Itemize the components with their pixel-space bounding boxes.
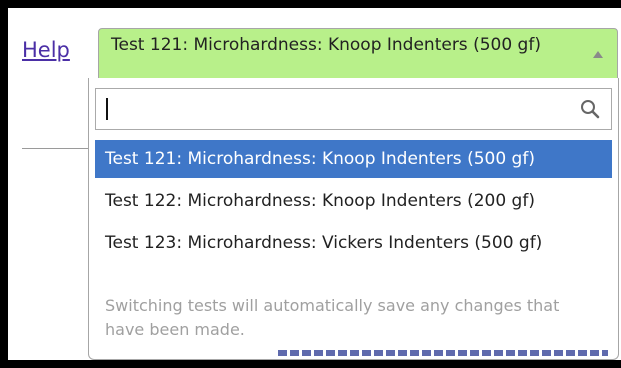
test-select-value: Test 121: Microhardness: Knoop Indenters… <box>111 35 541 55</box>
option-test-123[interactable]: Test 123: Microhardness: Vickers Indente… <box>95 228 612 284</box>
option-label: Test 122: Microhardness: Knoop Indenters… <box>105 191 535 211</box>
search-input[interactable] <box>96 89 566 129</box>
caret-up-icon[interactable] <box>593 51 603 58</box>
option-label: Test 123: Microhardness: Vickers Indente… <box>105 233 543 253</box>
search-icon[interactable] <box>579 98 601 120</box>
test-dropdown: Test 121: Microhardness: Knoop Indenters… <box>88 78 619 360</box>
search-box[interactable] <box>95 88 612 130</box>
help-link[interactable]: Help <box>22 38 70 62</box>
option-test-121[interactable]: Test 121: Microhardness: Knoop Indenters… <box>95 140 612 178</box>
option-test-122[interactable]: Test 122: Microhardness: Knoop Indenters… <box>95 186 612 220</box>
page: Help Test 121: Microhardness: Knoop Inde… <box>8 8 621 360</box>
option-label: Test 121: Microhardness: Knoop Indenters… <box>105 149 535 169</box>
background-text-fragment <box>278 350 608 356</box>
switch-tests-note: Switching tests will automatically save … <box>105 296 560 339</box>
text-cursor <box>106 98 108 120</box>
